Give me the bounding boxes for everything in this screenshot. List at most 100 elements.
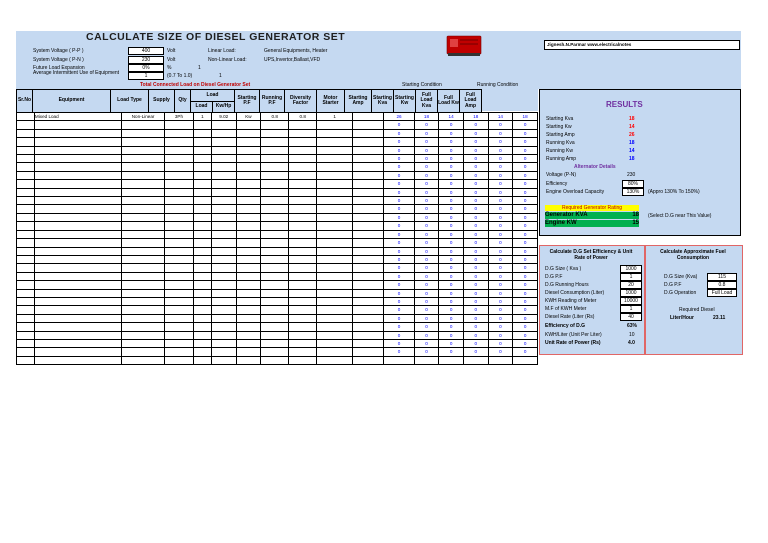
cell-running-pf[interactable] (288, 128, 318, 139)
cell-equipment[interactable] (33, 179, 123, 189)
cell-starting-pf[interactable] (260, 137, 290, 147)
cell-supply[interactable] (163, 330, 195, 340)
cell-load-type[interactable] (121, 238, 165, 248)
cell-supply[interactable] (163, 229, 195, 240)
cell-supply[interactable] (163, 137, 195, 147)
cell-diversity-factor[interactable] (316, 196, 354, 206)
cell-starting-pf[interactable] (260, 212, 290, 223)
cell-motor-starter[interactable] (352, 246, 385, 256)
cell-load-type[interactable] (121, 263, 165, 273)
cell-sr-no[interactable] (16, 254, 35, 265)
cell-supply[interactable] (163, 355, 195, 366)
cell-sr-no[interactable] (16, 305, 35, 315)
cell-equipment[interactable] (33, 221, 123, 231)
cell-diversity-factor[interactable] (316, 288, 354, 298)
cell-starting-pf[interactable] (260, 145, 290, 156)
cell-load-type[interactable] (121, 296, 165, 307)
cell-equipment[interactable] (33, 322, 123, 332)
cell-qty[interactable] (193, 355, 212, 366)
cell-running-pf[interactable] (288, 347, 318, 357)
cell-running-pf[interactable] (288, 229, 318, 240)
cell-load[interactable] (210, 263, 237, 273)
cell-qty[interactable] (193, 296, 212, 307)
cell-kw-hp[interactable] (235, 212, 262, 223)
cell-kw-hp[interactable] (235, 338, 262, 349)
cell-motor-starter[interactable] (352, 355, 385, 366)
cell-supply[interactable] (163, 221, 195, 231)
cell-diversity-factor[interactable]: 1 (316, 111, 354, 122)
efficiency-input[interactable]: 80% (622, 180, 644, 188)
cell-supply[interactable] (163, 196, 195, 206)
cell-motor-starter[interactable] (352, 111, 385, 122)
cell-equipment[interactable] (33, 263, 123, 273)
cell-starting-pf[interactable] (260, 338, 290, 349)
cell-load[interactable] (210, 280, 237, 290)
cell-motor-starter[interactable] (352, 212, 385, 223)
cell-diversity-factor[interactable] (316, 263, 354, 273)
cell-equipment[interactable] (33, 229, 123, 240)
cell-load-type[interactable] (121, 313, 165, 324)
cell-load-type[interactable] (121, 196, 165, 206)
cell-kw-hp[interactable] (235, 154, 262, 164)
cell-kw-hp[interactable] (235, 229, 262, 240)
cell-equipment[interactable] (33, 137, 123, 147)
cell-load-type[interactable] (121, 145, 165, 156)
cell-qty[interactable] (193, 120, 212, 130)
cell-supply[interactable] (163, 271, 195, 282)
cell-starting-pf[interactable] (260, 246, 290, 256)
cell-qty[interactable] (193, 212, 212, 223)
cell-motor-starter[interactable] (352, 162, 385, 172)
cell-load-type[interactable] (121, 347, 165, 357)
cell-kw-hp[interactable] (235, 196, 262, 206)
cell-load-type[interactable] (121, 246, 165, 256)
cell-sr-no[interactable] (16, 263, 35, 273)
fuel-pf-input[interactable]: 0.8 (707, 281, 737, 289)
cell-starting-pf[interactable] (260, 288, 290, 298)
cell-kw-hp[interactable] (235, 179, 262, 189)
cell-load[interactable] (210, 347, 237, 357)
cell-equipment[interactable] (33, 170, 123, 181)
cell-load[interactable] (210, 187, 237, 198)
cell-sr-no[interactable] (16, 162, 35, 172)
cell-starting-pf[interactable] (260, 271, 290, 282)
cell-running-pf[interactable] (288, 145, 318, 156)
cell-qty[interactable] (193, 137, 212, 147)
cell-motor-starter[interactable] (352, 154, 385, 164)
cell-equipment[interactable] (33, 145, 123, 156)
cell-diversity-factor[interactable] (316, 179, 354, 189)
cell-supply[interactable] (163, 322, 195, 332)
cell-running-pf[interactable] (288, 330, 318, 340)
cell-qty[interactable] (193, 170, 212, 181)
cell-equipment[interactable] (33, 254, 123, 265)
cell-load[interactable] (210, 154, 237, 164)
cell-diversity-factor[interactable] (316, 271, 354, 282)
cell-load-type[interactable]: Non-Linear (121, 111, 165, 122)
cell-equipment[interactable] (33, 347, 123, 357)
cell-running-pf[interactable] (288, 221, 318, 231)
cell-load[interactable] (210, 137, 237, 147)
cell-supply[interactable] (163, 120, 195, 130)
cell-running-pf[interactable] (288, 137, 318, 147)
cell-motor-starter[interactable] (352, 330, 385, 340)
cell-equipment[interactable] (33, 313, 123, 324)
cell-starting-pf[interactable] (260, 322, 290, 332)
dg-input-field[interactable]: 1000 (620, 289, 642, 297)
cell-qty[interactable] (193, 238, 212, 248)
cell-load-type[interactable] (121, 355, 165, 366)
cell-equipment[interactable] (33, 355, 123, 366)
cell-sr-no[interactable] (16, 196, 35, 206)
cell-load-type[interactable] (121, 280, 165, 290)
cell-starting-pf[interactable] (260, 254, 290, 265)
cell-sr-no[interactable] (16, 145, 35, 156)
cell-running-pf[interactable] (288, 313, 318, 324)
cell-load[interactable]: 9.02 (210, 111, 237, 122)
cell-load[interactable] (210, 296, 237, 307)
cell-sr-no[interactable] (16, 212, 35, 223)
cell-qty[interactable] (193, 254, 212, 265)
cell-diversity-factor[interactable] (316, 187, 354, 198)
cell-qty[interactable] (193, 221, 212, 231)
voltage-pn-input[interactable]: 230 (128, 56, 164, 64)
cell-supply[interactable] (163, 179, 195, 189)
cell-motor-starter[interactable] (352, 305, 385, 315)
cell-kw-hp[interactable] (235, 137, 262, 147)
